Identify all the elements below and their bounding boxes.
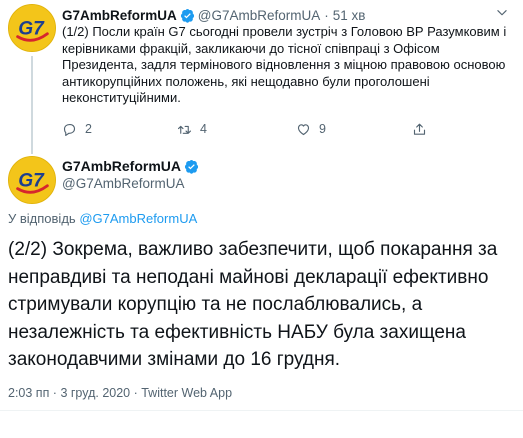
author-handle[interactable]: @G7AmbReformUA [198, 8, 320, 23]
divider [0, 410, 523, 411]
verified-badge-icon [184, 159, 199, 174]
separator-dot: · [324, 7, 329, 23]
g7-logo-icon: G7 [9, 157, 55, 203]
replying-to: У відповідь @G7AmbReformUA [8, 211, 197, 226]
reply-to-link[interactable]: @G7AmbReformUA [79, 211, 197, 226]
like-button[interactable]: 9 [296, 122, 326, 137]
reply-prefix: У відповідь [8, 211, 76, 226]
avatar[interactable]: G7 [8, 156, 56, 204]
retweet-button[interactable]: 4 [177, 122, 207, 137]
reply-icon [63, 123, 76, 136]
reply-button[interactable]: 2 [62, 122, 92, 137]
tweet-actions: 2 4 9 [62, 121, 482, 137]
tweet-time[interactable]: 51 хв [333, 8, 366, 23]
chevron-down-icon[interactable] [495, 6, 509, 20]
tweet-text: (1/2) Посли країн G7 сьогодні провели зу… [62, 24, 507, 105]
author-name[interactable]: G7AmbReformUA [62, 8, 177, 23]
retweet-icon [178, 125, 191, 134]
thread-line [31, 56, 33, 154]
share-icon [413, 123, 426, 135]
author-handle[interactable]: @G7AmbReformUA [62, 176, 184, 191]
avatar[interactable]: G7 [8, 4, 56, 52]
verified-badge-icon [180, 8, 195, 23]
retweet-count: 4 [200, 122, 207, 136]
g7-logo-icon: G7 [9, 5, 55, 51]
reply-count: 2 [85, 122, 92, 136]
share-button[interactable] [412, 122, 427, 137]
tweet-meta[interactable]: 2:03 пп · 3 груд. 2020 · Twitter Web App [8, 386, 232, 400]
heart-icon [297, 123, 310, 135]
author-name[interactable]: G7AmbReformUA [62, 158, 181, 174]
author-name-row: G7AmbReformUA [62, 157, 202, 175]
tweet-header: G7AmbReformUA @G7AmbReformUA · 51 хв [62, 6, 365, 24]
like-count: 9 [319, 122, 326, 136]
tweet-text: (2/2) Зокрема, важливо забезпечити, щоб … [8, 239, 498, 371]
